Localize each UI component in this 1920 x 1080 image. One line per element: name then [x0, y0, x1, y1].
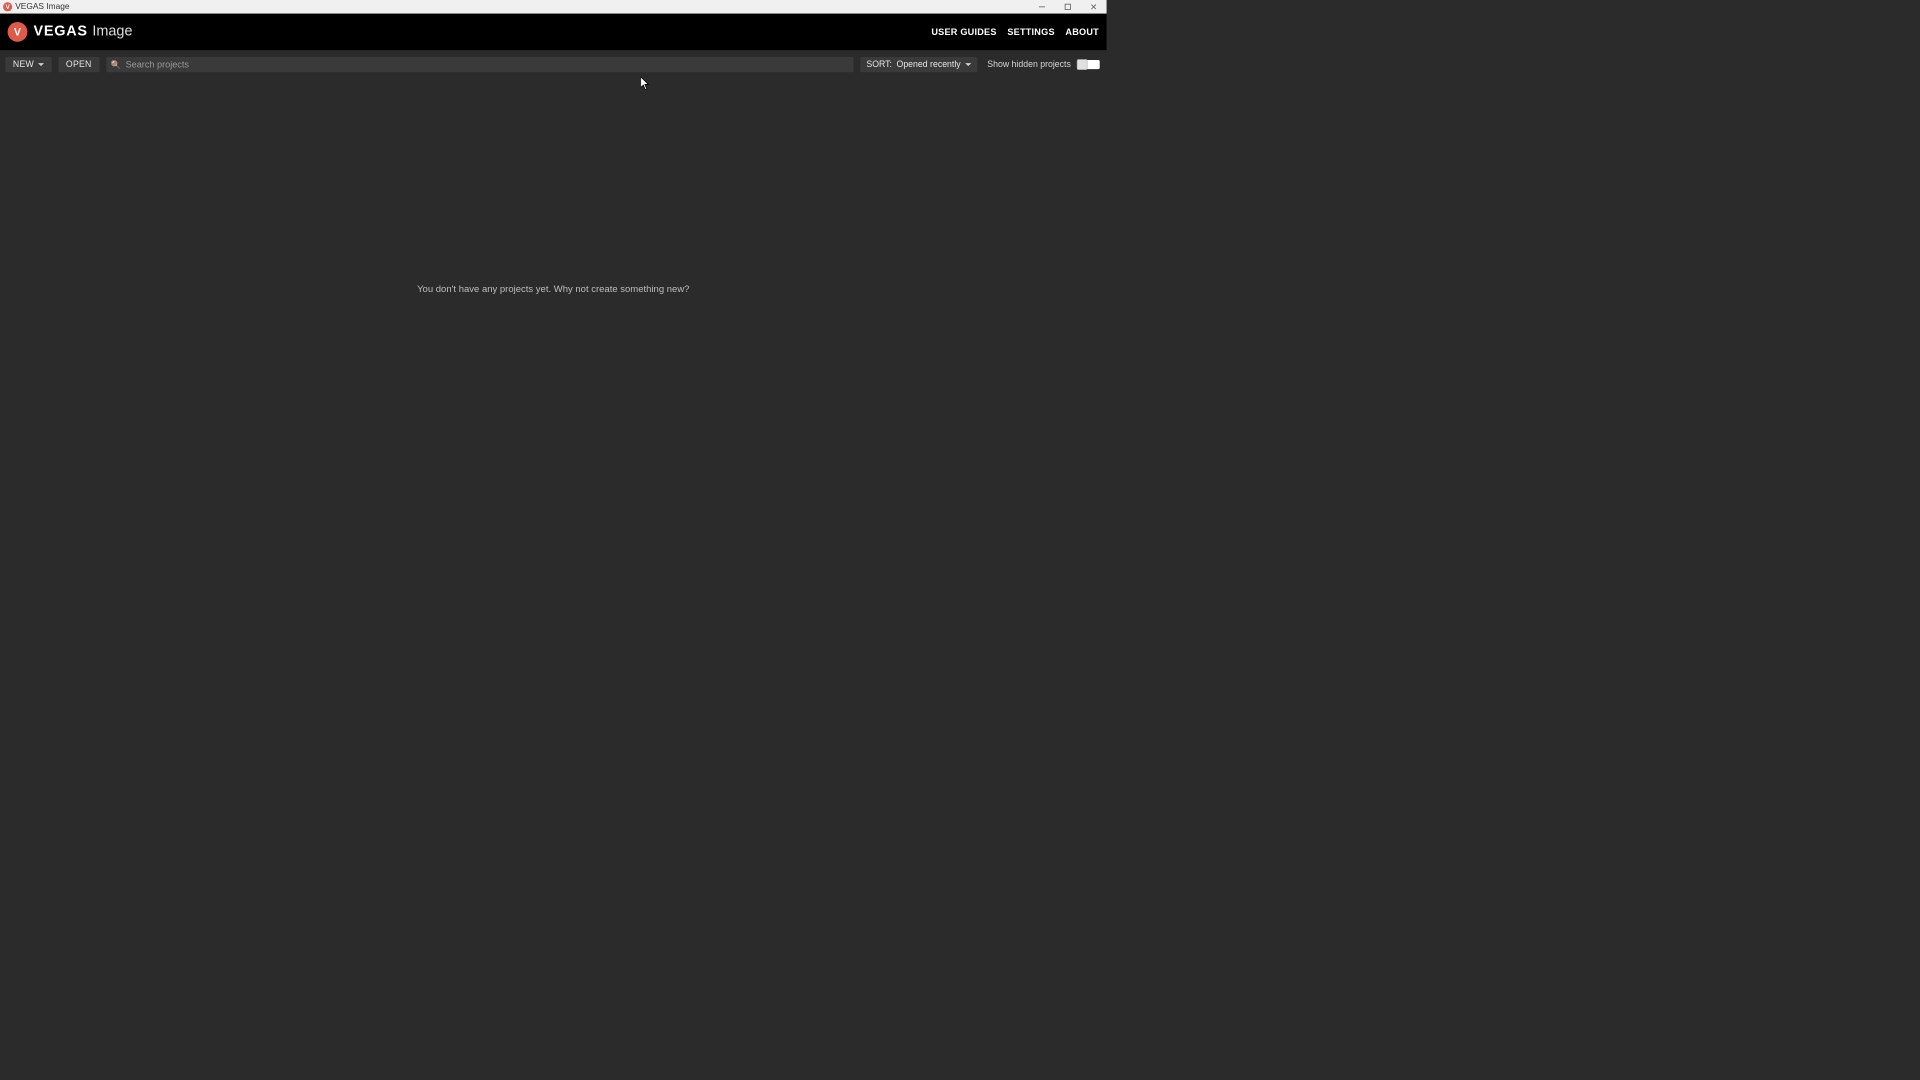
sort-prefix: SORT:	[866, 60, 892, 69]
app-header: V VEGAS Image USER GUIDES SETTINGS ABOUT	[0, 14, 1107, 50]
window-controls	[1029, 0, 1107, 14]
window-titlebar: V VEGAS Image	[0, 0, 1107, 14]
show-hidden-wrap: Show hidden projects	[987, 60, 1099, 69]
search-icon: 🔍	[111, 60, 121, 70]
chevron-down-icon	[965, 63, 971, 66]
toggle-knob	[1077, 59, 1088, 70]
search-input[interactable]	[126, 59, 849, 70]
minimize-button[interactable]	[1029, 0, 1055, 14]
search-wrap[interactable]: 🔍	[106, 57, 853, 72]
main-content: You don't have any projects yet. Why not…	[0, 76, 1107, 623]
nav-user-guides[interactable]: USER GUIDES	[931, 27, 996, 38]
sort-value: Opened recently	[897, 60, 961, 69]
brand: V VEGAS Image	[8, 22, 133, 42]
open-button-label: OPEN	[66, 60, 92, 69]
sort-button[interactable]: SORT: Opened recently	[860, 57, 977, 72]
header-nav: USER GUIDES SETTINGS ABOUT	[931, 27, 1099, 38]
show-hidden-label: Show hidden projects	[987, 60, 1071, 69]
open-button[interactable]: OPEN	[58, 57, 99, 72]
brand-icon: V	[8, 22, 28, 42]
close-button[interactable]	[1081, 0, 1107, 14]
nav-about[interactable]: ABOUT	[1065, 27, 1099, 38]
chevron-down-icon	[38, 63, 44, 66]
nav-settings[interactable]: SETTINGS	[1007, 27, 1054, 38]
brand-main: VEGAS	[33, 24, 87, 41]
brand-text: VEGAS Image	[33, 24, 132, 41]
app-icon: V	[3, 2, 12, 11]
show-hidden-toggle[interactable]	[1077, 60, 1100, 69]
window-title: VEGAS Image	[15, 2, 69, 11]
brand-sub: Image	[92, 24, 132, 41]
new-button[interactable]: NEW	[5, 57, 51, 72]
empty-state-message: You don't have any projects yet. Why not…	[417, 283, 689, 294]
toolbar: NEW OPEN 🔍 SORT: Opened recently Show hi…	[0, 53, 1107, 76]
maximize-button[interactable]	[1055, 0, 1081, 14]
new-button-label: NEW	[13, 60, 34, 69]
